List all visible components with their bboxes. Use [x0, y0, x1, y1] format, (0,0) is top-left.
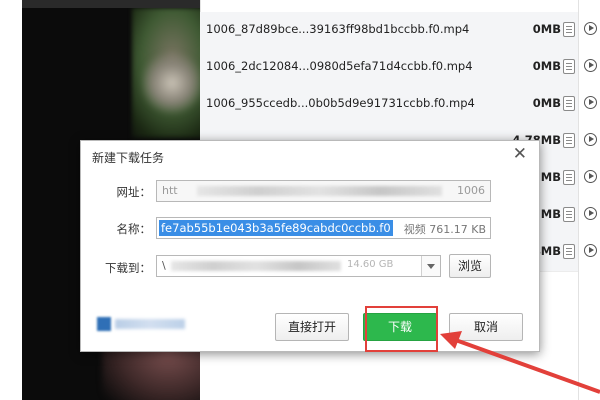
play-icon[interactable]: [584, 59, 597, 72]
url-label: 网址：: [116, 185, 152, 199]
download-file-size: 0MB: [532, 96, 561, 110]
logo-text-redacted: [115, 319, 185, 329]
download-file-size: 0MB: [532, 59, 561, 73]
url-field[interactable]: htt 1006: [156, 180, 491, 202]
open-directly-button[interactable]: 直接打开: [275, 313, 349, 341]
app-logo: [97, 317, 187, 331]
name-selected-text: fe7ab55b1e043b3a5fe89cabdc0ccbb.f0: [159, 220, 393, 236]
play-icon[interactable]: [584, 207, 597, 220]
browse-button[interactable]: 浏览: [449, 254, 491, 278]
name-field[interactable]: fe7ab55b1e043b3a5fe89cabdc0ccbb.f0 视频 76…: [156, 217, 491, 239]
new-download-dialog: 新建下载任务 ✕ 网址： htt 1006 名称： fe7ab55b1e043b…: [80, 140, 540, 352]
play-icon[interactable]: [584, 133, 597, 146]
file-icon[interactable]: [563, 133, 575, 148]
play-icon[interactable]: [584, 22, 597, 35]
highlight-box: [365, 306, 438, 352]
download-list-item[interactable]: 1006_955ccedb...0b0b5d9e91731ccbb.f0.mp4…: [200, 86, 578, 124]
saveto-label: 下载到：: [105, 261, 151, 275]
url-prefix: htt: [162, 184, 178, 197]
logo-icon: [97, 317, 111, 331]
save-path-select[interactable]: \ 14.60 GB: [156, 255, 441, 277]
file-icon[interactable]: [563, 207, 575, 222]
action-column: [578, 0, 600, 400]
file-icon[interactable]: [563, 244, 575, 259]
play-icon[interactable]: [584, 170, 597, 183]
video-blur-region: [142, 48, 200, 118]
file-icon[interactable]: [563, 96, 575, 111]
path-redacted: [171, 261, 341, 271]
free-space: 14.60 GB: [347, 259, 394, 270]
download-file-name: 1006_955ccedb...0b0b5d9e91731ccbb.f0.mp4: [206, 96, 475, 110]
chevron-down-icon[interactable]: [421, 256, 440, 276]
top-bar: [22, 0, 200, 8]
file-type-size: 视频 761.17 KB: [403, 223, 486, 236]
cancel-button[interactable]: 取消: [449, 313, 523, 341]
download-list-item[interactable]: 1006_87d89bce...39163ff98bd1bccbb.f0.mp4…: [200, 12, 578, 50]
download-file-name: 1006_2dc12084...0980d5efa71d4ccbb.f0.mp4: [206, 59, 473, 73]
file-icon[interactable]: [563, 170, 575, 185]
name-label: 名称：: [116, 222, 152, 236]
download-file-size: 0MB: [532, 22, 561, 36]
dialog-title: 新建下载任务: [92, 151, 165, 165]
download-file-name: 1006_87d89bce...39163ff98bd1bccbb.f0.mp4: [206, 22, 470, 36]
play-icon[interactable]: [584, 244, 597, 257]
play-icon[interactable]: [584, 96, 597, 109]
file-icon[interactable]: [563, 59, 575, 74]
file-icon[interactable]: [563, 22, 575, 37]
left-margin: [0, 0, 22, 400]
download-list-item[interactable]: 1006_2dc12084...0980d5efa71d4ccbb.f0.mp4…: [200, 49, 578, 87]
path-prefix: \: [162, 259, 166, 272]
close-icon[interactable]: ✕: [513, 144, 527, 164]
url-suffix: 1006: [457, 184, 485, 197]
url-redacted: [197, 186, 442, 196]
